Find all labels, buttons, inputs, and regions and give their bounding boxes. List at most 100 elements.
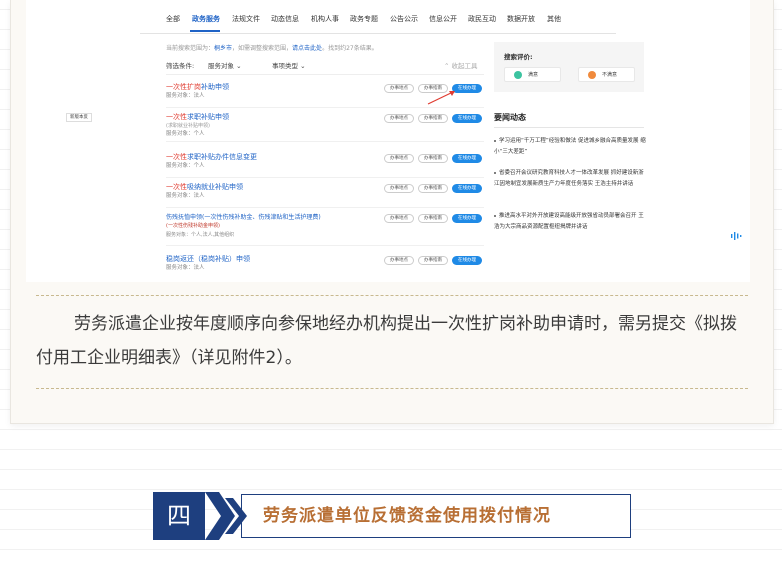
nav-tab-news-info[interactable]: 动态信息: [271, 14, 299, 24]
category-nav: 全部 政务服务 法规文件 动态信息 机构人事 政务专题 公告公示 信息公开 政民…: [140, 14, 561, 28]
guide-button[interactable]: 办事指南: [418, 154, 448, 163]
online-apply-button[interactable]: 在线办理: [452, 256, 482, 265]
service-title-rest: 稳岗返还（稳岗补贴）申领: [166, 255, 250, 263]
satisfied-button[interactable]: 满意: [504, 67, 561, 82]
news-item-text: 省委召开会议研究教育科技人才一体改革发展 抓好建设新浙江因地制宜发展新质生产力年…: [494, 170, 644, 187]
news-divider: [494, 127, 644, 128]
bullet-icon: [494, 214, 496, 217]
evaluation-title: 搜索评价:: [504, 53, 533, 61]
service-item[interactable]: 一次性求职补贴办件信息变更 服务对象：个人 办事地点 办事指南 在线办理: [166, 150, 484, 178]
service-title-rest: 吸纳就业补贴申领: [187, 183, 243, 191]
service-title-rest: 补助申领: [201, 83, 229, 91]
service-title-highlight: 一次性: [166, 153, 187, 161]
smile-face-icon: [514, 71, 522, 79]
frown-face-icon: [588, 71, 596, 79]
service-title-highlight: 一次性: [166, 183, 187, 191]
service-object: 服务对象：个人,法人,其他组织: [166, 232, 235, 238]
section-number-box: 四: [153, 492, 205, 540]
news-item-text: 学习运用“千万工程”经验和做法 促进城乡融合高质量发展 缩小“三大差距”: [494, 138, 646, 155]
red-arrow-annotation: [427, 91, 455, 105]
audio-wave-icon[interactable]: [730, 231, 744, 241]
search-evaluation: 搜索评价: 满意 不满意: [494, 42, 644, 92]
service-object: 服务对象：个人: [166, 163, 205, 169]
service-object-dropdown[interactable]: 服务对象 ⌄: [208, 60, 242, 70]
online-apply-button[interactable]: 在线办理: [452, 214, 482, 223]
service-object: 服务对象：个人: [166, 131, 205, 137]
service-object: 服务对象：法人: [166, 193, 205, 199]
news-item[interactable]: 省委召开会议研究教育科技人才一体改革发展 抓好建设新浙江因地制宜发展新质生产力年…: [494, 168, 646, 190]
active-tab-indicator: [190, 30, 220, 32]
service-item[interactable]: 伤残抚恤申领(一次性伤残补助金、伤残津贴和生活护理费) (一次性伤残补助金申领)…: [166, 210, 484, 246]
service-item[interactable]: 一次性吸纳就业补贴申领 服务对象：法人 办事地点 办事指南 在线办理: [166, 180, 484, 208]
service-title-highlight: 一次性: [166, 113, 187, 121]
nav-tab-topics[interactable]: 政务专题: [350, 14, 378, 24]
hint-suffix: 。找到约27条结果。: [322, 45, 378, 52]
nav-tab-other[interactable]: 其他: [547, 14, 561, 24]
double-chevron-icon: [205, 492, 247, 540]
online-apply-button[interactable]: 在线办理: [452, 154, 482, 163]
unsatisfied-label: 不满意: [602, 72, 618, 78]
bullet-icon: [494, 171, 496, 174]
service-title-rest: 求职补贴申领: [187, 113, 229, 121]
nav-tab-interaction[interactable]: 政民互动: [468, 14, 496, 24]
chevron-up-icon: ⌃: [444, 62, 450, 70]
unsatisfied-button[interactable]: 不满意: [578, 67, 635, 82]
service-object: 服务对象：法人: [166, 93, 205, 99]
service-title[interactable]: 一次性求职补贴申领: [166, 112, 229, 122]
news-section-title: 要闻动态: [494, 113, 526, 122]
section-number: 四: [167, 502, 191, 530]
news-item[interactable]: 学习运用“千万工程”经验和做法 促进城乡融合高质量发展 缩小“三大差距”: [494, 136, 646, 158]
filter-bar: 筛选条件: 服务对象 ⌄ 事项类型 ⌄ ⌃ 收起工具: [166, 60, 484, 72]
news-item[interactable]: 推进高水平对外开放建设高能级开放强省动员部署会召开 王浩为大宗商品资源配置枢纽揭…: [494, 211, 646, 233]
service-title[interactable]: 伤残抚恤申领(一次性伤残补助金、伤残津贴和生活护理费): [166, 212, 321, 221]
filter-label: 筛选条件:: [166, 62, 195, 70]
online-apply-button[interactable]: 在线办理: [452, 114, 482, 123]
nav-tab-all[interactable]: 全部: [166, 14, 180, 24]
service-title-highlight: 一次性扩岗: [166, 83, 201, 91]
nav-tab-disclosure[interactable]: 信息公开: [429, 14, 457, 24]
nav-tab-personnel[interactable]: 机构人事: [311, 14, 339, 24]
online-apply-button[interactable]: 在线办理: [452, 184, 482, 193]
service-subtitle: (一次性伤残补助金申领): [166, 223, 220, 229]
item-type-dropdown[interactable]: 事项类型 ⌄: [272, 60, 306, 70]
service-title-rest: 伤残抚恤申领(一次性伤残补助金、伤残津贴和生活护理费): [166, 214, 321, 221]
guide-button[interactable]: 办事指南: [418, 214, 448, 223]
service-item[interactable]: 一次性求职补贴申领 (求职就业补贴申领) 服务对象：个人 办事地点 办事指南 在…: [166, 110, 484, 142]
location-button[interactable]: 办事地点: [384, 184, 414, 193]
filter-divider: [166, 74, 484, 75]
guide-button[interactable]: 办事指南: [418, 184, 448, 193]
news-item-text: 推进高水平对外开放建设高能级开放强省动员部署会召开 王浩为大宗商品资源配置枢纽揭…: [494, 213, 644, 230]
guide-button[interactable]: 办事指南: [418, 114, 448, 123]
service-subtitle: (求职就业补贴申领): [166, 123, 210, 129]
collapse-tools-button[interactable]: ⌃ 收起工具: [444, 60, 478, 70]
location-button[interactable]: 办事地点: [384, 84, 414, 93]
nav-divider: [140, 33, 616, 34]
location-button[interactable]: 办事地点: [384, 154, 414, 163]
nav-tab-gov-services[interactable]: 政务服务: [192, 14, 220, 24]
item-type-label: 事项类型: [272, 62, 298, 70]
location-button[interactable]: 办事地点: [384, 256, 414, 265]
dashed-divider-bottom: [36, 388, 748, 389]
search-scope-hint: 当前搜索范围为：桐乡市，如需调整搜索范围，请点击此处。找到约27条结果。: [166, 43, 378, 52]
nav-tab-announcements[interactable]: 公告公示: [390, 14, 418, 24]
location-button[interactable]: 办事地点: [384, 214, 414, 223]
hint-scope: 桐乡市: [214, 45, 233, 52]
feedback-tag[interactable]: 新版本反: [66, 113, 92, 122]
hint-middle: ，如需调整搜索范围，: [232, 45, 293, 52]
service-object-label: 服务对象: [208, 62, 234, 70]
satisfied-label: 满意: [528, 72, 539, 78]
dashed-divider-top: [36, 295, 748, 296]
location-button[interactable]: 办事地点: [384, 114, 414, 123]
nav-tab-open-data[interactable]: 数据开放: [507, 14, 535, 24]
service-title-rest: 求职补贴办件信息变更: [187, 153, 257, 161]
article-paragraph: 劳务派遣企业按年度顺序向参保地经办机构提出一次性扩岗补助申请时，需另提交《拟拨付…: [36, 314, 737, 368]
change-scope-link[interactable]: 请点击此处: [292, 45, 322, 52]
section-banner: 四 劳务派遣单位反馈资金使用拨付情况: [153, 492, 631, 540]
chevron-down-icon: ⌄: [236, 62, 242, 70]
service-object: 服务对象：法人: [166, 265, 205, 271]
nav-tab-regulations[interactable]: 法规文件: [232, 14, 260, 24]
page: 全部 政务服务 法规文件 动态信息 机构人事 政务专题 公告公示 信息公开 政民…: [0, 0, 782, 569]
guide-button[interactable]: 办事指南: [418, 256, 448, 265]
collapse-tools-label: 收起工具: [451, 62, 478, 70]
service-item[interactable]: 稳岗返还（稳岗补贴）申领 服务对象：法人 办事地点 办事指南 在线办理: [166, 252, 484, 280]
